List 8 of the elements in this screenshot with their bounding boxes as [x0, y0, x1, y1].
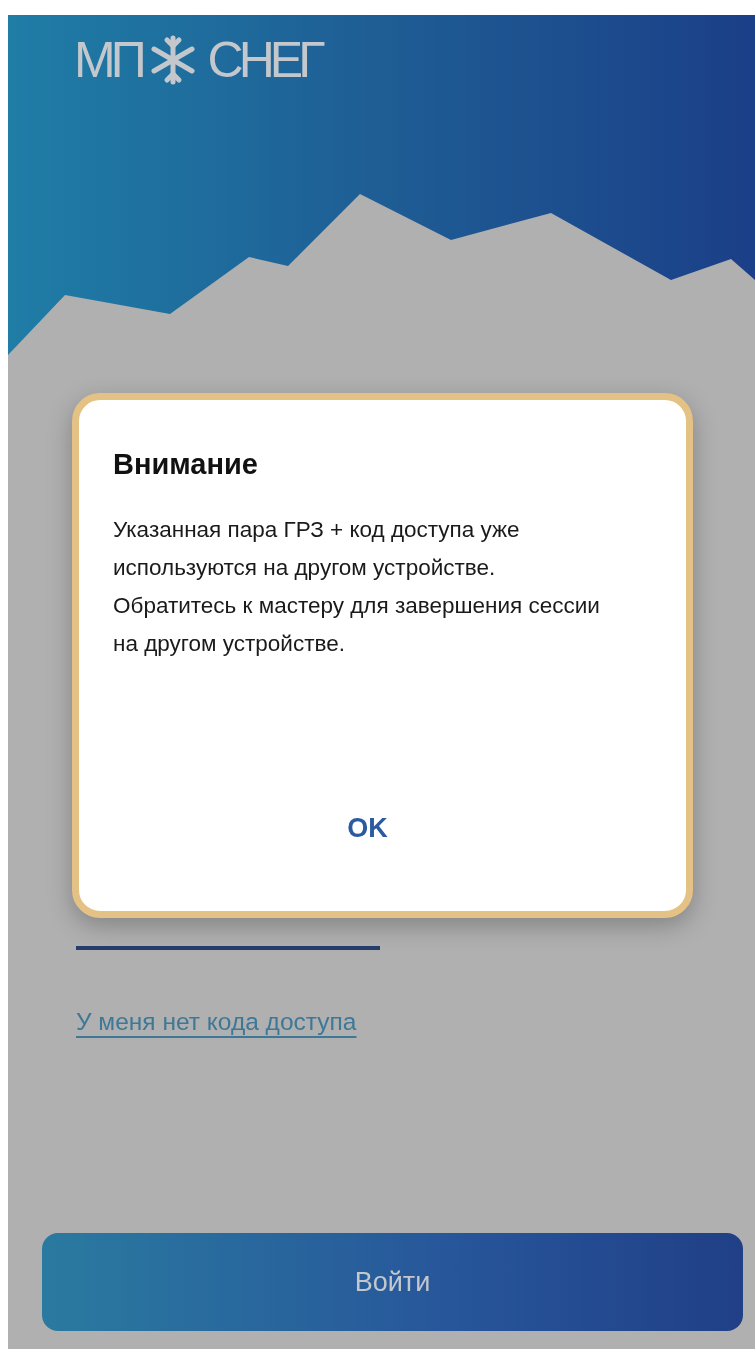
no-code-link[interactable]: У меня нет кода доступа	[76, 1008, 357, 1036]
login-button[interactable]: Войти	[42, 1233, 743, 1331]
input-field[interactable]	[76, 944, 380, 950]
dialog-message: Указанная пара ГРЗ + код доступа уже используются на другом устройстве. Обратитесь к мастеру для завершения сессии на другом устройстве.	[113, 516, 601, 658]
dialog-title: Внимание	[113, 448, 259, 481]
logo-text: МП	[74, 35, 142, 85]
ok-button[interactable]: OK	[335, 809, 400, 848]
logo-text: СНЕГ	[207, 35, 321, 85]
